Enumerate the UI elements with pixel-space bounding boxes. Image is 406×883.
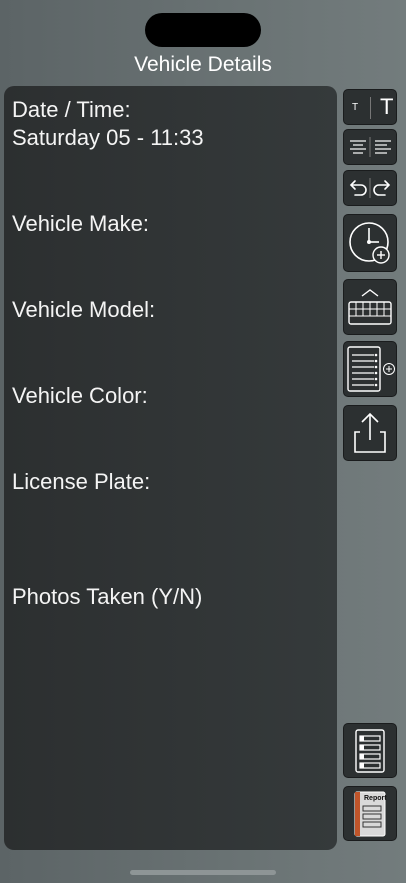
date-value: Saturday 05 - 11:33: [12, 125, 204, 150]
vehicle-color-label: Vehicle Color:: [12, 383, 148, 408]
add-template-button[interactable]: [343, 341, 397, 397]
list-icon: [355, 728, 385, 773]
align-left-icon: [375, 140, 391, 154]
small-text-icon[interactable]: T: [352, 102, 358, 113]
license-plate-label: License Plate:: [12, 469, 151, 494]
side-toolbar: T T Report: [343, 0, 399, 883]
undo-icon: [349, 180, 367, 196]
insert-time-button[interactable]: [343, 214, 397, 272]
share-button[interactable]: [343, 405, 397, 461]
photos-taken-label: Photos Taken (Y/N): [12, 584, 203, 609]
vehicle-model-label: Vehicle Model:: [12, 297, 156, 322]
undo-redo-button[interactable]: [343, 170, 397, 206]
keyboard-toggle-button[interactable]: [343, 279, 397, 335]
vehicle-make-label: Vehicle Make:: [12, 211, 149, 236]
clock-add-icon: [349, 222, 390, 264]
toolbar-divider: [370, 97, 371, 119]
list-add-icon: [347, 346, 395, 392]
date-label: Date / Time:: [12, 97, 131, 122]
notes-list-button[interactable]: [343, 723, 397, 778]
camera-notch: [145, 13, 261, 47]
large-text-icon[interactable]: T: [380, 94, 393, 120]
report-button[interactable]: Report: [343, 786, 397, 841]
home-indicator: [130, 870, 276, 875]
font-size-button[interactable]: T T: [343, 89, 397, 125]
report-label: Report: [364, 795, 387, 802]
align-center-icon: [350, 140, 366, 154]
text-align-button[interactable]: [343, 129, 397, 165]
keyboard-icon: [348, 289, 392, 325]
text-editor[interactable]: Date / Time: Saturday 05 - 11:33 Vehicle…: [4, 86, 337, 850]
share-icon: [354, 412, 386, 453]
redo-icon: [373, 180, 391, 196]
